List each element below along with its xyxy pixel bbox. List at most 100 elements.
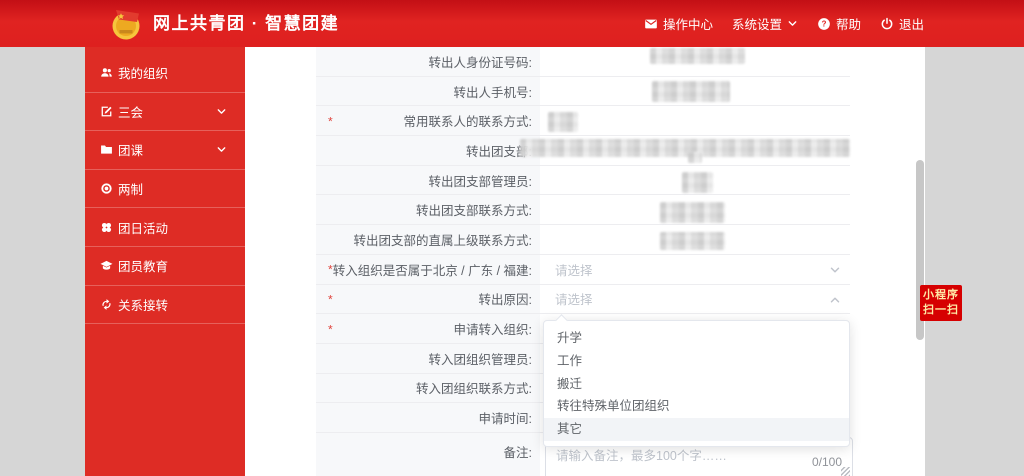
form-row: 转出团支部管理员: [316,165,850,196]
sidebar-item-label: 团课 [118,144,144,159]
dropdown-option[interactable]: 升学 [544,327,849,350]
chevron-down-icon [216,144,227,155]
sidebar-item-label: 团员教育 [118,260,169,275]
svg-text:?: ? [822,19,827,28]
header-nav: 操作中心 系统设置 ? 帮助 退出 [644,0,924,47]
form-row: 转出团支部联系方式: [316,195,850,226]
header-nav-label: 系统设置 [731,18,782,32]
form-row: * 转出原因: 请选择 [316,284,850,315]
resize-handle[interactable] [841,466,850,476]
form-label-cell: * 转入组织是否属于北京 / 广东 / 福建: [316,254,540,284]
header-nav-帮助[interactable]: ? 帮助 [817,14,861,33]
mail-icon [644,17,658,31]
redacted-value [548,112,578,133]
miniprogram-tab-line2: 扫一扫 [923,304,959,316]
required-asterisk: * [328,322,333,337]
form-label: 转出人身份证号码: [428,55,532,70]
edit-icon [100,105,113,118]
transfer-reason-dropdown: 升学 工作 搬迁 转往特殊单位团组织 其它 [543,314,850,447]
form-label-cell: 转出团支部的直属上级联系方式: [316,225,540,254]
form-label: 申请时间: [478,412,532,427]
form-label: 转出团支部管理员: [428,174,532,189]
target-icon [100,182,113,195]
form-label: 转入组织是否属于北京 / 广东 / 福建: [332,263,532,278]
miniprogram-tab-line1: 小程序 [923,289,959,301]
char-counter: 0/100 [811,454,842,469]
redacted-value [660,202,725,224]
page-title: 网上共青团 · 智慧团建 [153,14,340,33]
form-value-cell[interactable]: 请选择 [540,254,850,284]
redacted-value [520,139,850,158]
form-row: 转出团支部: [316,136,850,166]
form-label: 转出团支部的直属上级联系方式: [353,233,532,248]
dropdown-option[interactable]: 搬迁 [544,373,849,396]
sidebar-item-label: 两制 [118,183,144,198]
miniprogram-scan-tab[interactable]: 小程序 扫一扫 [920,285,962,321]
dropdown-option[interactable]: 工作 [544,350,849,373]
sidebar-item-两制[interactable]: 两制 [85,170,245,209]
form-row: 转出人手机号: [316,76,850,107]
form-label: 转出原因: [478,293,532,308]
redacted-value [652,80,730,102]
redacted-value [688,152,702,164]
form-label-cell: 转出团支部: [316,136,540,165]
form-row: 转出人身份证号码: [316,47,850,77]
sidebar-item-label: 团日活动 [118,221,169,236]
form-label-cell: 转入团组织联系方式: [316,373,540,403]
form-value-cell [540,106,850,136]
chevron-down-icon [829,263,841,275]
form-label: 常用联系人的联系方式: [403,115,532,130]
sidebar-item-我的组织[interactable]: 我的组织 [85,54,245,93]
form-label-cell: * 常用联系人的联系方式: [316,106,540,136]
cyl-league-logo[interactable] [108,5,145,42]
select-placeholder: 请选择 [555,293,593,308]
grad-cap-icon [100,259,113,272]
sync-icon [100,298,113,311]
dropdown-option[interactable]: 转往特殊单位团组织 [544,395,849,418]
chevron-down-icon [787,18,798,29]
chevron-down-icon [216,106,227,117]
form-value-cell[interactable]: 请选择 [540,284,850,314]
form-label-cell: 转出团支部管理员: [316,165,540,195]
sidebar-item-三会[interactable]: 三会 [85,93,245,132]
form-label-cell: 申请时间: [316,403,540,432]
chevron-up-icon [829,293,841,305]
form-label: 转出人手机号: [453,85,532,100]
form-row: * 常用联系人的联系方式: [316,106,850,137]
sidebar-item-团员教育[interactable]: 团员教育 [85,247,245,286]
form-row: 转出团支部的直属上级联系方式: [316,225,850,255]
form-label: 申请转入组织: [453,323,532,338]
sidebar-item-label: 三会 [118,105,144,120]
select-placeholder: 请选择 [555,263,593,278]
redacted-value [660,232,725,251]
form-label: 转出团支部联系方式: [416,204,532,219]
form-label-cell: * 申请转入组织: [316,314,540,343]
dropdown-option[interactable]: 其它 [544,418,849,441]
sidebar-item-label: 我的组织 [118,67,169,82]
required-asterisk: * [328,292,333,307]
header-nav-系统设置[interactable]: 系统设置 [732,14,798,33]
remarks-placeholder: 请输入备注，最多100个字…… [556,448,727,463]
redacted-value [682,171,713,193]
form-label: 转入团组织管理员: [428,352,532,367]
sidebar-menu: 我的组织三会团课两制团日活动团员教育关系接转 [85,47,245,476]
required-asterisk: * [328,114,333,129]
folder-icon [100,143,113,156]
power-icon [880,17,894,31]
help-icon: ? [817,17,831,31]
form-label-cell: 转入团组织管理员: [316,343,540,373]
header-nav-操作中心[interactable]: 操作中心 [644,14,713,33]
redacted-value [650,48,745,64]
sidebar-item-团日活动[interactable]: 团日活动 [85,208,245,247]
header-nav-退出[interactable]: 退出 [880,14,924,33]
sidebar-item-关系接转[interactable]: 关系接转 [85,286,245,325]
form-label-cell: 转出团支部联系方式: [316,195,540,225]
sidebar-item-团课[interactable]: 团课 [85,131,245,170]
app-header: 网上共青团 · 智慧团建 操作中心 系统设置 ? 帮助 退出 [0,0,1024,47]
sidebar-item-label: 关系接转 [118,298,169,313]
header-nav-label: 退出 [898,18,924,32]
header-nav-label: 操作中心 [662,18,713,32]
clover-icon [100,221,113,234]
form-row: * 转入组织是否属于北京 / 广东 / 福建: 请选择 [316,254,850,285]
form-label: 备注: [503,445,532,460]
